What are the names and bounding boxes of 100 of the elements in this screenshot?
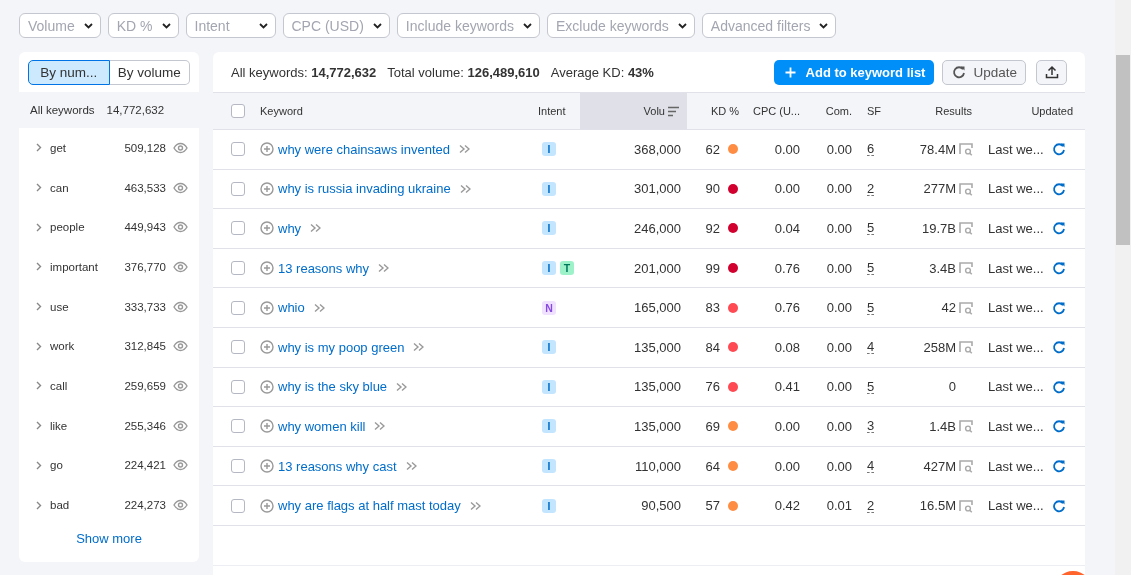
serp-features-link[interactable]: 4 (867, 340, 875, 355)
eye-icon[interactable] (173, 220, 188, 235)
refresh-icon[interactable] (1051, 340, 1066, 355)
column-header[interactable]: Volu (580, 93, 687, 129)
serp-preview-icon[interactable] (959, 340, 973, 355)
group-label[interactable]: work (50, 340, 125, 353)
chevron-icon[interactable] (35, 381, 43, 391)
keyword-link[interactable]: why is the sky blue (278, 379, 388, 395)
update-button[interactable]: Update (942, 59, 1026, 85)
column-header[interactable]: Results (900, 93, 978, 129)
eye-icon[interactable] (173, 458, 188, 473)
double-chevron-icon[interactable] (310, 223, 322, 234)
keyword-link[interactable]: why (278, 221, 302, 236)
chevron-icon[interactable] (35, 262, 43, 272)
refresh-icon[interactable] (1051, 221, 1066, 236)
group-label[interactable]: people (50, 221, 125, 234)
eye-icon[interactable] (173, 299, 188, 314)
eye-icon[interactable] (173, 339, 188, 354)
add-circle-icon[interactable] (260, 498, 274, 513)
serp-features-link[interactable]: 4 (867, 459, 875, 474)
group-label[interactable]: like (50, 419, 125, 432)
double-chevron-icon[interactable] (413, 342, 425, 353)
chevron-icon[interactable] (35, 302, 43, 312)
refresh-icon[interactable] (1051, 142, 1066, 157)
row-checkbox[interactable] (231, 261, 245, 276)
serp-features-link[interactable]: 5 (867, 300, 875, 315)
refresh-icon[interactable] (1051, 261, 1066, 276)
serp-preview-icon[interactable] (959, 261, 973, 276)
chevron-icon[interactable] (35, 460, 43, 470)
row-checkbox[interactable] (231, 142, 245, 157)
serp-features-link[interactable]: 5 (867, 379, 875, 394)
keyword-link[interactable]: 13 reasons why cast (278, 458, 397, 474)
group-label[interactable]: important (50, 260, 125, 273)
double-chevron-icon[interactable] (374, 421, 386, 432)
add-circle-icon[interactable] (260, 261, 274, 276)
scrollbar-thumb[interactable] (1116, 55, 1130, 245)
group-label[interactable]: go (50, 459, 125, 472)
serp-preview-icon[interactable] (959, 419, 973, 434)
column-header[interactable]: CPC (U... (745, 93, 806, 129)
double-chevron-icon[interactable] (396, 381, 408, 392)
keyword-link[interactable]: why women kill (278, 418, 366, 434)
column-header[interactable]: KD % (687, 93, 745, 129)
serp-features-link[interactable]: 5 (867, 261, 875, 276)
chevron-icon[interactable] (35, 341, 43, 351)
row-checkbox[interactable] (231, 459, 245, 474)
row-checkbox[interactable] (231, 221, 245, 236)
serp-features-link[interactable]: 2 (867, 498, 875, 513)
row-checkbox[interactable] (231, 340, 245, 355)
eye-icon[interactable] (173, 418, 188, 433)
add-circle-icon[interactable] (260, 300, 274, 315)
chevron-icon[interactable] (35, 222, 43, 232)
chevron-icon[interactable] (35, 183, 43, 193)
eye-icon[interactable] (173, 259, 188, 274)
column-header[interactable]: SF (858, 93, 900, 129)
select-all-checkbox[interactable] (231, 104, 245, 118)
eye-icon[interactable] (173, 140, 188, 155)
row-checkbox[interactable] (231, 181, 245, 196)
column-header[interactable]: Updated (978, 93, 1085, 129)
serp-preview-icon[interactable] (959, 498, 973, 513)
double-chevron-icon[interactable] (459, 144, 470, 155)
show-more-link[interactable]: Show more (76, 530, 142, 546)
serp-preview-icon[interactable] (959, 142, 973, 157)
export-button[interactable] (1036, 59, 1067, 85)
double-chevron-icon[interactable] (469, 500, 481, 511)
refresh-icon[interactable] (1051, 498, 1066, 513)
serp-preview-icon[interactable] (959, 181, 973, 196)
group-label[interactable]: bad (50, 499, 125, 512)
serp-preview-icon[interactable] (959, 300, 973, 315)
keyword-link[interactable]: whio (278, 300, 305, 316)
column-header[interactable]: Intent (538, 93, 580, 129)
double-chevron-icon[interactable] (405, 461, 417, 472)
row-checkbox[interactable] (231, 419, 245, 434)
chevron-icon[interactable] (35, 143, 43, 153)
eye-icon[interactable] (173, 498, 188, 513)
double-chevron-icon[interactable] (459, 183, 471, 194)
serp-features-link[interactable]: 5 (867, 221, 875, 236)
refresh-icon[interactable] (1051, 459, 1066, 474)
add-circle-icon[interactable] (260, 459, 274, 474)
row-checkbox[interactable] (231, 498, 245, 513)
double-chevron-icon[interactable] (313, 302, 325, 313)
add-circle-icon[interactable] (260, 181, 274, 196)
refresh-icon[interactable] (1051, 300, 1066, 315)
column-header[interactable]: Com. (806, 93, 858, 129)
toggle-tab[interactable]: By volume (109, 60, 190, 85)
row-checkbox[interactable] (231, 300, 245, 315)
refresh-icon[interactable] (1051, 181, 1066, 196)
add-circle-icon[interactable] (260, 142, 274, 157)
double-chevron-icon[interactable] (378, 263, 390, 274)
keyword-link[interactable]: why were chainsaws invented (278, 141, 450, 157)
group-label[interactable]: get (50, 141, 125, 154)
keyword-link[interactable]: why is russia invading ukraine (278, 181, 451, 197)
add-circle-icon[interactable] (260, 340, 274, 355)
eye-icon[interactable] (173, 378, 188, 393)
chevron-icon[interactable] (35, 421, 43, 431)
group-label[interactable]: use (50, 300, 125, 313)
eye-icon[interactable] (173, 180, 188, 195)
refresh-icon[interactable] (1051, 379, 1066, 394)
group-label[interactable]: can (50, 181, 125, 194)
row-checkbox[interactable] (231, 379, 245, 394)
add-circle-icon[interactable] (260, 379, 274, 394)
